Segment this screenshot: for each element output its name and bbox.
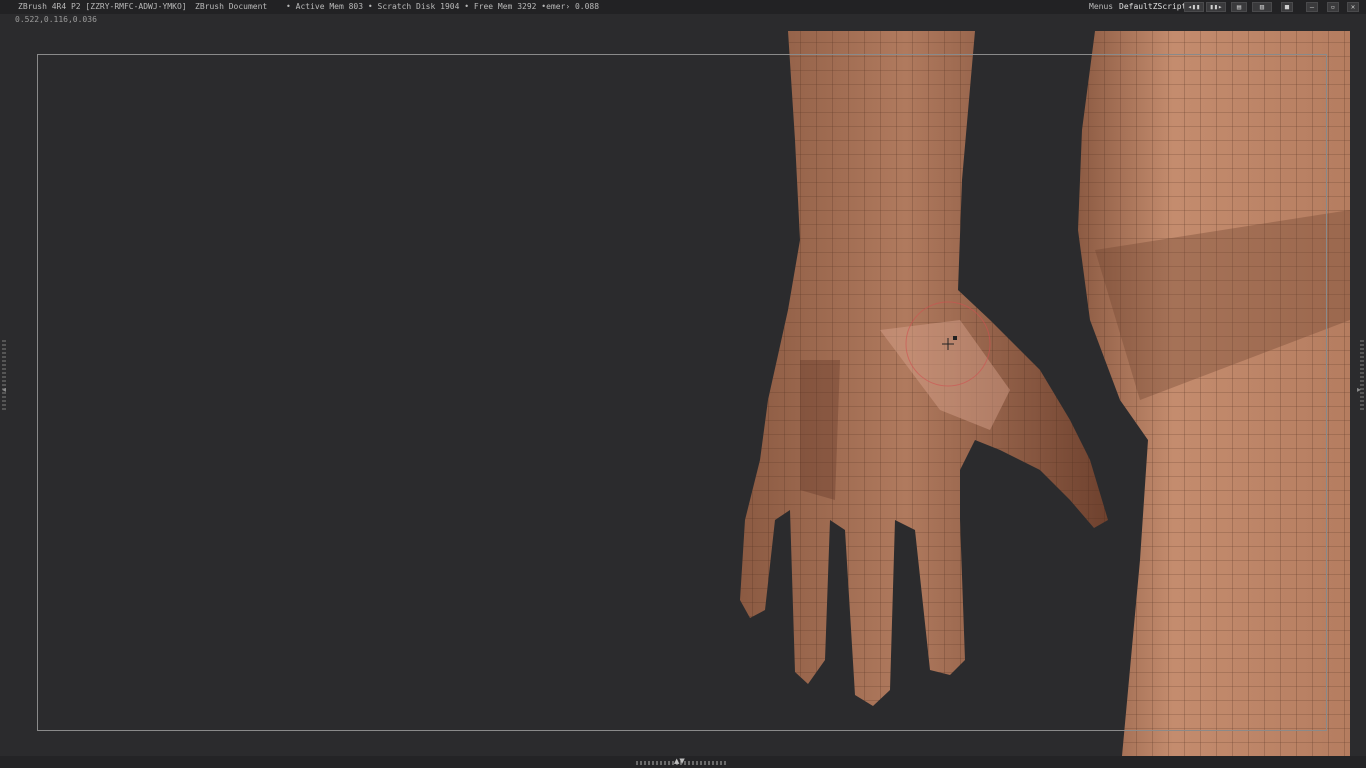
document-title: ZBrush Document <box>195 2 268 11</box>
right-tray-handle[interactable] <box>1360 340 1364 410</box>
hand-mesh <box>740 31 1108 706</box>
title-bar: ZBrush 4R4 P2 [ZZRY-RMFC-ADWJ-YMKO] ZBru… <box>0 0 1366 14</box>
slider-left-icon[interactable]: ◂▮▮ <box>1184 2 1204 12</box>
ui-layout-icon[interactable]: ▥ <box>1252 2 1272 12</box>
lock-icon[interactable]: ■ <box>1281 2 1293 12</box>
model-viewport[interactable] <box>0 28 1366 756</box>
left-tray-arrow-icon[interactable]: ◂ <box>2 385 6 394</box>
document-canvas[interactable] <box>0 28 1366 756</box>
close-icon[interactable]: ✕ <box>1347 2 1359 12</box>
app-title: ZBrush 4R4 P2 [ZZRY-RMFC-ADWJ-YMKO] <box>18 2 187 11</box>
left-tray-handle[interactable] <box>2 340 6 410</box>
minimize-icon[interactable]: – <box>1306 2 1318 12</box>
right-tray-arrow-icon[interactable]: ▸ <box>1357 385 1361 394</box>
menus-button[interactable]: Menus <box>1089 0 1113 14</box>
maximize-icon[interactable]: ▫ <box>1327 2 1339 12</box>
bottom-tray-toggle-icon[interactable]: ▲▼ <box>674 757 685 765</box>
coordinate-readout: 0.522,0.116,0.036 <box>15 15 97 24</box>
layout-icon[interactable]: ▤ <box>1231 2 1247 12</box>
default-zscript-button[interactable]: DefaultZScript <box>1119 0 1186 14</box>
slider-right-icon[interactable]: ▮▮▸ <box>1206 2 1226 12</box>
torso-mesh <box>1078 31 1350 756</box>
memory-stats: • Active Mem 803 • Scratch Disk 1904 • F… <box>286 2 600 11</box>
